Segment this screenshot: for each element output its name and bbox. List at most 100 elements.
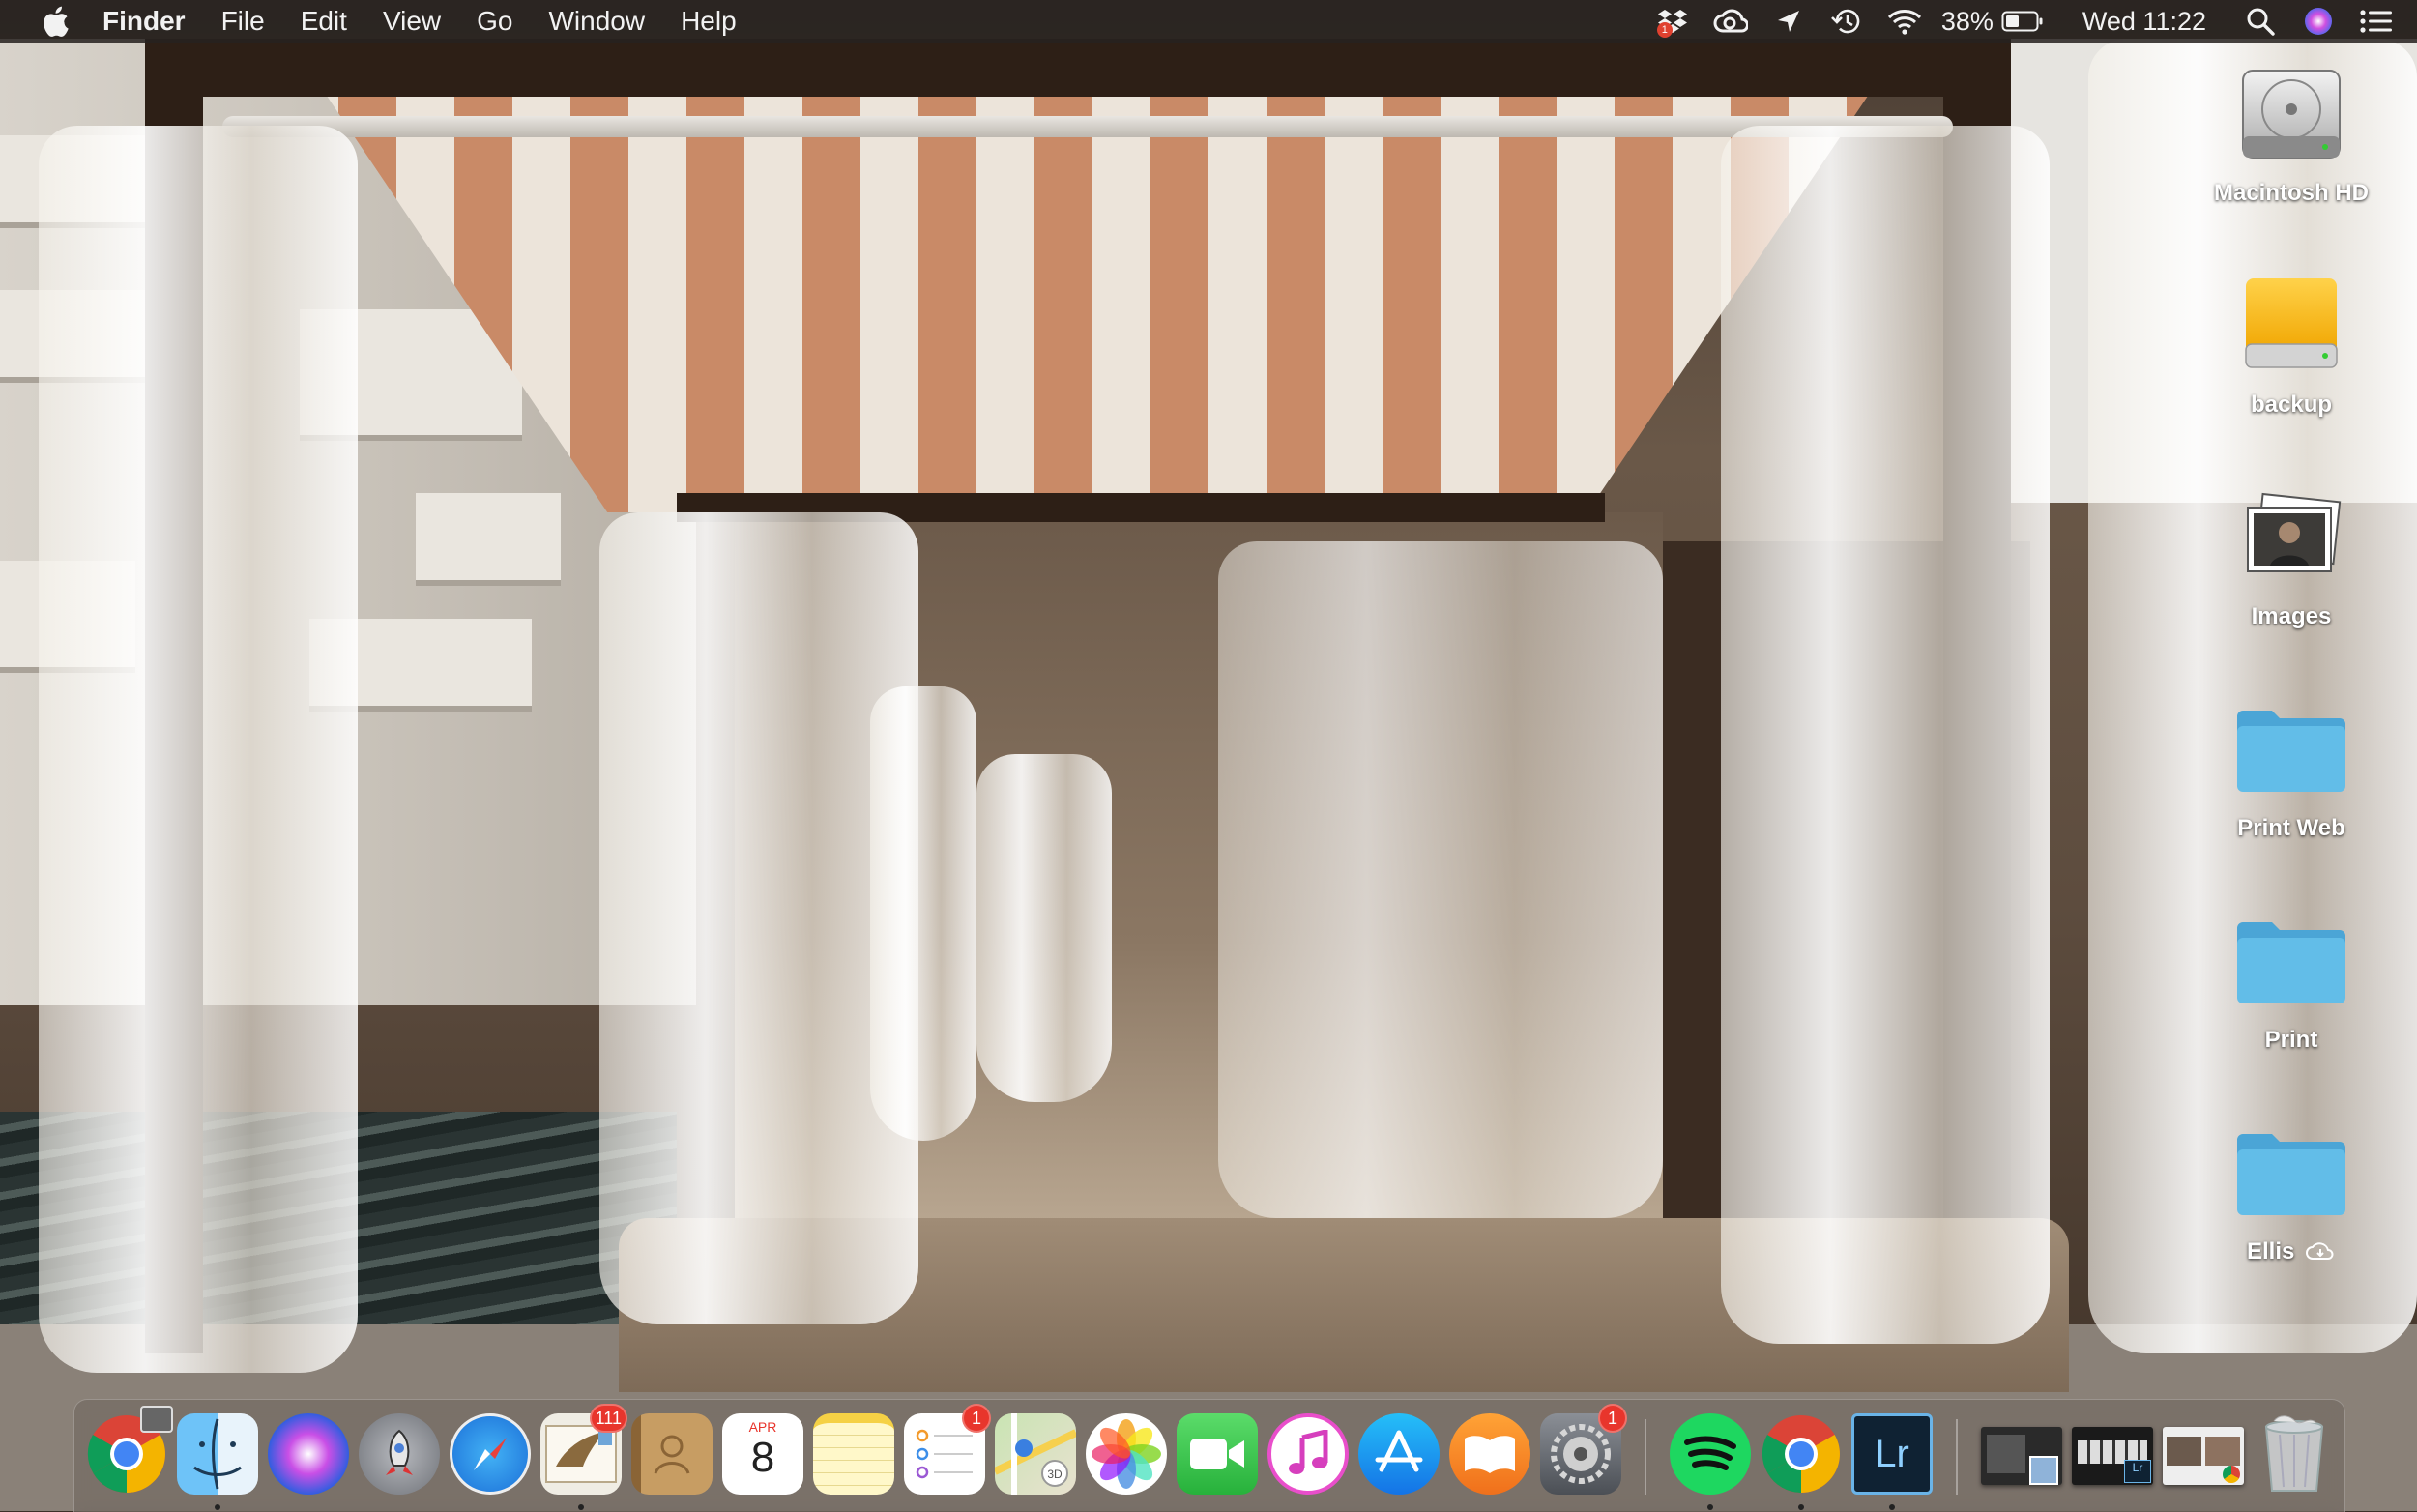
desktop-item-label: Images xyxy=(2251,603,2332,629)
desktop-item-backup[interactable]: backup xyxy=(2195,268,2388,419)
dock-separator xyxy=(1956,1419,1958,1495)
dock-app-spotify[interactable] xyxy=(1670,1413,1751,1510)
wallpaper-curtain-rod xyxy=(222,116,1953,137)
desktop-item-ellis[interactable]: Ellis xyxy=(2195,1115,2388,1265)
dock-app-siri[interactable] xyxy=(268,1413,349,1495)
menu-view[interactable]: View xyxy=(383,6,441,37)
status-area: 1 38% Wed 11:22 xyxy=(1634,0,2417,43)
battery-icon[interactable] xyxy=(2001,5,2044,38)
battery-percent[interactable]: 38% xyxy=(1941,7,1994,37)
reminders-badge: 1 xyxy=(962,1404,991,1433)
lightroom-text: Lr xyxy=(1875,1432,1909,1475)
running-indicator xyxy=(1889,1504,1895,1510)
dock-app-notes[interactable] xyxy=(813,1413,894,1495)
desktop-wallpaper xyxy=(0,0,2417,1511)
hard-drive-icon xyxy=(2233,56,2349,172)
dock-app-chrome-canary[interactable] xyxy=(86,1406,173,1495)
minimized-window-thumbnail[interactable]: Lr xyxy=(2072,1427,2153,1485)
dock-app-ibooks[interactable] xyxy=(1449,1413,1530,1495)
spotify-icon xyxy=(1670,1413,1751,1495)
dock-app-itunes[interactable] xyxy=(1267,1413,1349,1495)
dock-app-mail[interactable]: 111 xyxy=(540,1404,627,1510)
desktop-item-print[interactable]: Print xyxy=(2195,903,2388,1054)
menu-bar: Finder File Edit View Go Window Help 1 3… xyxy=(0,0,2417,43)
dock-app-trash[interactable] xyxy=(2254,1413,2335,1495)
minimized-window-thumbnail[interactable] xyxy=(1981,1427,2062,1485)
dock-app-calendar[interactable]: APR 8 xyxy=(722,1413,803,1495)
siri-icon[interactable] xyxy=(2299,5,2338,38)
menu-help[interactable]: Help xyxy=(681,6,737,37)
dock-app-lightroom[interactable]: Lr xyxy=(1851,1413,1933,1510)
dock-app-finder[interactable] xyxy=(177,1413,258,1510)
safari-icon xyxy=(450,1413,531,1495)
desktop-item-print-web[interactable]: Print Web xyxy=(2195,691,2388,842)
desktop-item-images[interactable]: Images xyxy=(2195,480,2388,630)
ibooks-icon xyxy=(1449,1413,1530,1495)
lightroom-icon: Lr xyxy=(1851,1413,1933,1495)
dock-app-maps[interactable]: 3D xyxy=(995,1413,1076,1495)
menu-window[interactable]: Window xyxy=(548,6,645,37)
external-drive-icon xyxy=(2233,268,2349,384)
menu-go[interactable]: Go xyxy=(477,6,512,37)
menu-clock[interactable]: Wed 11:22 xyxy=(2082,7,2206,37)
image-stack-icon xyxy=(2233,480,2349,596)
calendar-icon: APR 8 xyxy=(722,1413,803,1495)
calendar-day: 8 xyxy=(750,1434,775,1481)
app-store-icon xyxy=(1358,1413,1440,1495)
spotlight-icon[interactable] xyxy=(2241,5,2280,38)
desktop-item-macintosh-hd[interactable]: Macintosh HD xyxy=(2195,56,2388,207)
dropbox-icon[interactable]: 1 xyxy=(1653,5,1692,38)
dock-app-app-store[interactable] xyxy=(1358,1413,1440,1495)
desktop-item-label: backup xyxy=(2250,392,2333,418)
dock-app-photos[interactable] xyxy=(1086,1413,1167,1495)
desktop-item-label: Macintosh HD xyxy=(2213,180,2369,206)
dropbox-badge: 1 xyxy=(1656,22,1673,38)
time-machine-icon[interactable] xyxy=(1827,5,1866,38)
dock: 111 APR 8 1 3D 1 Lr Lr xyxy=(73,1399,2345,1512)
running-indicator xyxy=(578,1504,584,1510)
trash-icon xyxy=(2254,1413,2335,1495)
dock-app-google-chrome[interactable] xyxy=(1761,1413,1842,1510)
running-indicator xyxy=(1798,1504,1804,1510)
desktop-item-label: Ellis xyxy=(2195,1238,2388,1265)
folder-icon xyxy=(2233,691,2349,807)
running-indicator xyxy=(215,1504,220,1510)
running-indicator xyxy=(1707,1504,1713,1510)
dock-app-contacts[interactable] xyxy=(631,1413,713,1495)
calendar-month: APR xyxy=(748,1419,777,1435)
menu-app-name[interactable]: Finder xyxy=(102,6,186,37)
desktop-item-label: Print Web xyxy=(2237,815,2345,841)
icloud-download-icon xyxy=(2306,1242,2334,1260)
notes-icon xyxy=(813,1413,894,1495)
desktop-item-label: Print xyxy=(2264,1027,2318,1053)
menu-file[interactable]: File xyxy=(221,6,265,37)
creative-cloud-icon[interactable] xyxy=(1711,5,1750,38)
apple-logo-icon[interactable] xyxy=(37,5,73,38)
dock-app-facetime[interactable] xyxy=(1177,1413,1258,1495)
mail-unread-badge: 111 xyxy=(589,1404,627,1433)
dock-app-system-preferences[interactable]: 1 xyxy=(1540,1404,1627,1495)
dock-separator xyxy=(1645,1419,1646,1495)
finder-icon xyxy=(177,1413,258,1495)
notification-center-icon[interactable] xyxy=(2357,5,2396,38)
dock-app-reminders[interactable]: 1 xyxy=(904,1404,991,1495)
folder-icon xyxy=(2233,903,2349,1019)
system-preferences-badge: 1 xyxy=(1598,1404,1627,1433)
dock-app-launchpad[interactable] xyxy=(359,1413,440,1495)
svg-text:3D: 3D xyxy=(1047,1468,1063,1481)
location-icon[interactable] xyxy=(1769,5,1808,38)
screen-share-badge-icon xyxy=(140,1406,173,1433)
minimized-window-thumbnail[interactable] xyxy=(2163,1427,2244,1485)
maps-icon: 3D xyxy=(995,1413,1076,1495)
itunes-icon xyxy=(1267,1413,1349,1495)
facetime-icon xyxy=(1177,1413,1258,1495)
photos-icon xyxy=(1086,1413,1167,1495)
launchpad-icon xyxy=(359,1413,440,1495)
menu-edit[interactable]: Edit xyxy=(301,6,347,37)
wifi-icon[interactable] xyxy=(1885,5,1924,38)
contacts-icon xyxy=(631,1413,713,1495)
chrome-icon xyxy=(1761,1413,1842,1495)
siri-icon xyxy=(268,1413,349,1495)
dock-app-safari[interactable] xyxy=(450,1413,531,1495)
folder-icon xyxy=(2233,1115,2349,1231)
